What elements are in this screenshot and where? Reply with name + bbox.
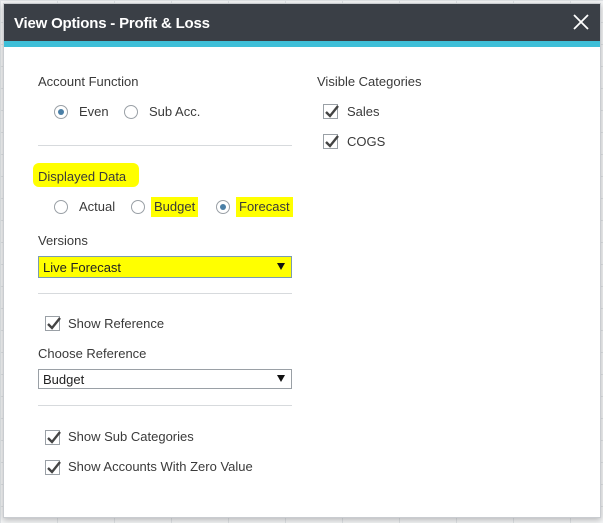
reference-select[interactable]: Budget: [38, 369, 292, 389]
chevron-down-icon: [277, 375, 285, 382]
choose-reference-label: Choose Reference: [38, 346, 147, 361]
versions-label: Versions: [38, 233, 88, 248]
radio-sub-acc[interactable]: [124, 105, 138, 119]
cogs-label[interactable]: COGS: [347, 134, 385, 149]
divider: [38, 405, 292, 406]
account-function-label: Account Function: [38, 74, 139, 89]
show-reference-checkbox[interactable]: [45, 316, 61, 331]
radio-budget-label[interactable]: Budget: [151, 197, 199, 217]
divider: [38, 145, 292, 146]
show-zero-accounts-label[interactable]: Show Accounts With Zero Value: [68, 459, 253, 474]
checkmark-icon: [325, 135, 339, 148]
checkmark-icon: [325, 105, 339, 118]
view-options-dialog: View Options - Profit & Loss Account Fun…: [3, 3, 601, 518]
radio-actual[interactable]: [54, 200, 68, 214]
show-zero-accounts-checkbox[interactable]: [45, 460, 61, 475]
radio-even[interactable]: [54, 105, 68, 119]
radio-even-label[interactable]: Even: [79, 104, 109, 119]
checkmark-icon: [47, 461, 61, 474]
visible-categories-label: Visible Categories: [317, 74, 422, 89]
radio-actual-label[interactable]: Actual: [79, 199, 115, 214]
radio-forecast-label[interactable]: Forecast: [236, 197, 293, 217]
cogs-checkbox[interactable]: [323, 134, 339, 149]
radio-sub-acc-label[interactable]: Sub Acc.: [149, 104, 200, 119]
title-accent-bar: [4, 41, 600, 47]
sales-label[interactable]: Sales: [347, 104, 380, 119]
dialog-title: View Options - Profit & Loss: [14, 15, 210, 32]
sales-checkbox[interactable]: [323, 104, 339, 119]
displayed-data-label: Displayed Data: [38, 169, 127, 184]
show-sub-categories-label[interactable]: Show Sub Categories: [68, 429, 194, 444]
radio-forecast[interactable]: [216, 200, 230, 214]
show-sub-categories-checkbox[interactable]: [45, 430, 61, 445]
versions-select-value: Live Forecast: [43, 260, 122, 275]
dialog-titlebar: View Options - Profit & Loss: [4, 4, 600, 41]
show-reference-label[interactable]: Show Reference: [68, 316, 164, 331]
versions-select[interactable]: Live Forecast: [38, 256, 292, 278]
chevron-down-icon: [277, 263, 285, 270]
reference-select-value: Budget: [43, 372, 85, 387]
checkmark-icon: [47, 317, 61, 330]
close-icon[interactable]: [570, 11, 592, 33]
divider: [38, 293, 292, 294]
radio-budget[interactable]: [131, 200, 145, 214]
checkmark-icon: [47, 431, 61, 444]
